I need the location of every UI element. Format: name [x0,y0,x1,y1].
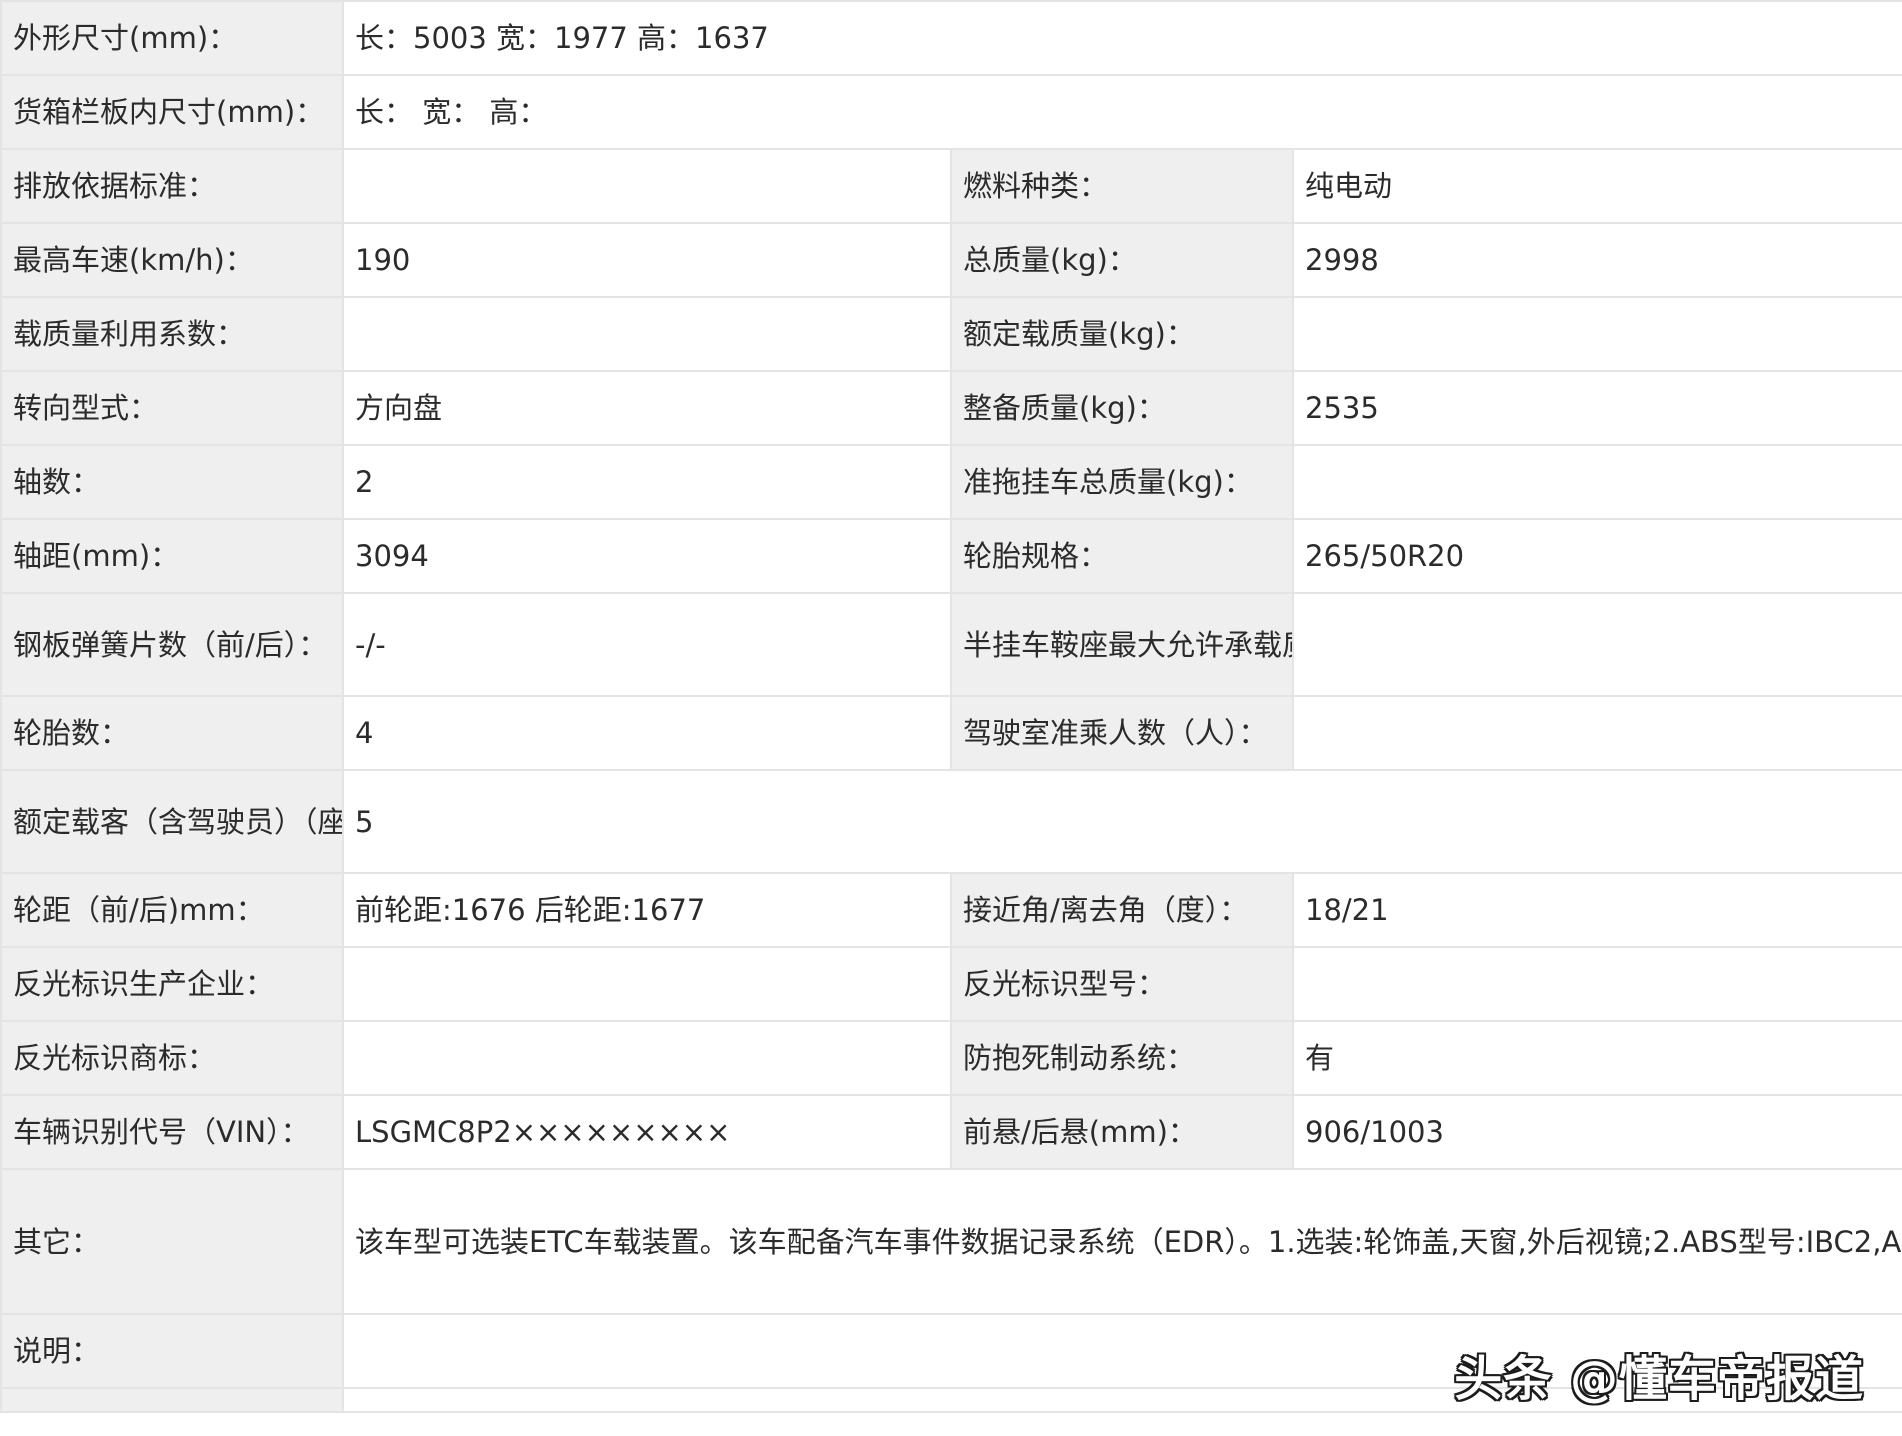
watermark: 头条 @懂车帝报道 [1454,1351,1864,1407]
wheelbase-value: 3094 [342,518,952,594]
approach-departure-angle-label: 接近角/离去角（度）： [950,872,1294,948]
overhang-label: 前悬/后悬(mm)： [950,1094,1294,1170]
table-row: 反光标识商标： 防抱死制动系统： 有 [0,1020,1902,1096]
abs-label: 防抱死制动系统： [950,1020,1294,1096]
track-width-label: 轮距（前/后)mm： [0,872,344,948]
table-row: 转向型式： 方向盘 整备质量(kg)： 2535 [0,370,1902,446]
cargo-box-dimensions-label: 货箱栏板内尺寸(mm)： [0,74,344,150]
table-row: 最高车速(km/h)： 190 总质量(kg)： 2998 [0,222,1902,298]
other-label: 其它： [0,1168,344,1315]
cab-passengers-value [1291,695,1902,771]
leaf-spring-value: -/- [342,592,952,697]
table-row: 钢板弹簧片数（前/后）： -/- 半挂车鞍座最大允许承载质量(kg)： [0,592,1902,697]
steering-type-label: 转向型式： [0,370,344,446]
reflector-model-label: 反光标识型号： [950,946,1294,1022]
table-row: 车辆识别代号（VIN）： LSGMC8P2××××××××× 前悬/后悬(mm)… [0,1094,1902,1170]
load-utilization-value [342,296,952,372]
rated-load-label: 额定载质量(kg)： [950,296,1294,372]
cargo-box-dimensions-value: 长： 宽： 高： [341,74,1902,150]
vin-label: 车辆识别代号（VIN）： [0,1094,344,1170]
max-speed-label: 最高车速(km/h)： [0,222,344,298]
abs-value: 有 [1291,1020,1902,1096]
wheelbase-label: 轴距(mm)： [0,518,344,594]
fuel-type-value: 纯电动 [1291,148,1902,224]
dimensions-value: 长：5003 宽：1977 高：1637 [341,0,1902,76]
cab-passengers-label: 驾驶室准乘人数（人）： [950,695,1294,771]
load-utilization-label: 载质量利用系数： [0,296,344,372]
reflector-maker-value [342,946,952,1022]
table-row: 载质量利用系数： 额定载质量(kg)： [0,296,1902,372]
axle-count-label: 轴数： [0,444,344,520]
steering-type-value: 方向盘 [342,370,952,446]
track-width-value: 前轮距:1676 后轮距:1677 [342,872,952,948]
rated-passengers-value: 5 [341,769,1902,874]
table-row: 排放依据标准： 燃料种类： 纯电动 [0,148,1902,224]
fifth-wheel-load-value [1291,592,1902,697]
other-value: 该车型可选装ETC车载装置。该车配备汽车事件数据记录系统（EDR）。1.选装:轮… [341,1168,1902,1315]
table-row: 外形尺寸(mm)： 长：5003 宽：1977 高：1637 [0,0,1902,76]
table-row: 轴距(mm)： 3094 轮胎规格： 265/50R20 [0,518,1902,594]
notes-label: 说明： [0,1313,344,1389]
rated-passengers-label: 额定载客（含驾驶员）（座位数）： [0,769,344,874]
reflector-brand-value [342,1020,952,1096]
table-row: 额定载客（含驾驶员）（座位数）： 5 [0,769,1902,874]
curb-weight-value: 2535 [1291,370,1902,446]
tire-count-value: 4 [342,695,952,771]
trailer-mass-label: 准拖挂车总质量(kg)： [950,444,1294,520]
max-speed-value: 190 [342,222,952,298]
trailer-mass-value [1291,444,1902,520]
curb-weight-label: 整备质量(kg)： [950,370,1294,446]
axle-count-value: 2 [342,444,952,520]
reflector-model-value [1291,946,1902,1022]
table-row: 其它： 该车型可选装ETC车载装置。该车配备汽车事件数据记录系统（EDR）。1.… [0,1168,1902,1315]
fifth-wheel-load-label: 半挂车鞍座最大允许承载质量(kg)： [950,592,1294,697]
emission-standard-label: 排放依据标准： [0,148,344,224]
fuel-type-label: 燃料种类： [950,148,1294,224]
table-row: 轮距（前/后)mm： 前轮距:1676 后轮距:1677 接近角/离去角（度）：… [0,872,1902,948]
reflector-brand-label: 反光标识商标： [0,1020,344,1096]
tire-count-label: 轮胎数： [0,695,344,771]
trailing-row-label [0,1387,344,1413]
vin-value: LSGMC8P2××××××××× [342,1094,952,1170]
dimensions-label: 外形尺寸(mm)： [0,0,344,76]
tire-spec-label: 轮胎规格： [950,518,1294,594]
total-mass-value: 2998 [1291,222,1902,298]
overhang-value: 906/1003 [1291,1094,1902,1170]
table-row: 轴数： 2 准拖挂车总质量(kg)： [0,444,1902,520]
approach-departure-angle-value: 18/21 [1291,872,1902,948]
vehicle-spec-table: 外形尺寸(mm)： 长：5003 宽：1977 高：1637 货箱栏板内尺寸(m… [0,0,1902,1413]
table-row: 货箱栏板内尺寸(mm)： 长： 宽： 高： [0,74,1902,150]
tire-spec-value: 265/50R20 [1291,518,1902,594]
table-row: 反光标识生产企业： 反光标识型号： [0,946,1902,1022]
total-mass-label: 总质量(kg)： [950,222,1294,298]
emission-standard-value [342,148,952,224]
table-row: 轮胎数： 4 驾驶室准乘人数（人）： [0,695,1902,771]
reflector-maker-label: 反光标识生产企业： [0,946,344,1022]
rated-load-value [1291,296,1902,372]
leaf-spring-label: 钢板弹簧片数（前/后）： [0,592,344,697]
